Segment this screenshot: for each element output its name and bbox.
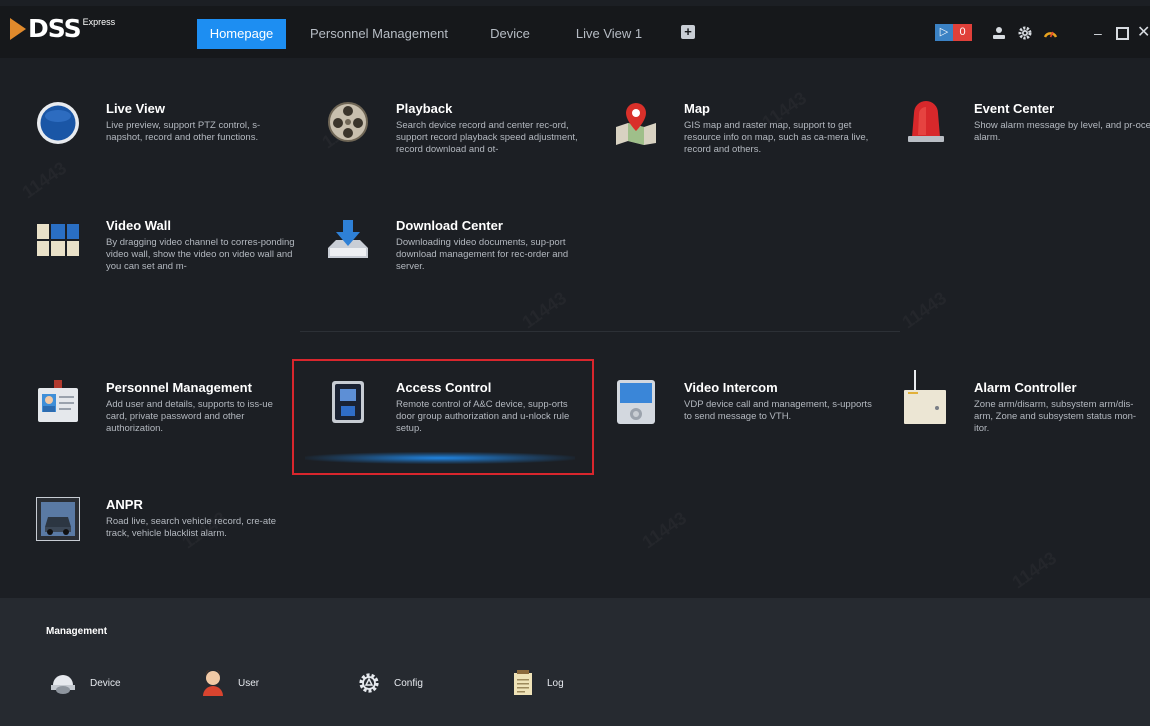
maximize-icon[interactable] bbox=[1116, 27, 1129, 40]
module-live-view[interactable]: Live View Live preview, support PTZ cont… bbox=[36, 101, 296, 161]
close-icon[interactable]: ✕ bbox=[1137, 25, 1150, 41]
volume-icon[interactable]: ▷ bbox=[935, 24, 953, 41]
management-panel: Management Device User Config Log bbox=[0, 598, 1150, 726]
management-item-label: Config bbox=[394, 677, 423, 689]
user-icon[interactable] bbox=[992, 26, 1006, 40]
module-description: Downloading video documents, sup-port do… bbox=[396, 237, 569, 272]
module-description: GIS map and raster map, support to get r… bbox=[684, 120, 869, 155]
tab-live-view-1[interactable]: Live View 1 bbox=[567, 19, 651, 49]
watermark: 11443 bbox=[1008, 548, 1060, 593]
module-description: Add user and details, supports to iss-ue… bbox=[106, 399, 273, 434]
speedometer-icon[interactable] bbox=[1043, 26, 1058, 39]
hover-glow bbox=[305, 452, 575, 464]
id-badge-icon bbox=[38, 380, 78, 422]
module-title: Personnel Management bbox=[106, 380, 252, 395]
logo-mark-icon bbox=[10, 18, 26, 40]
module-title: Event Center bbox=[974, 101, 1055, 116]
top-bar: DSS Express Homepage Personnel Managemen… bbox=[0, 6, 1150, 58]
module-description: Search device record and center rec-ord,… bbox=[396, 120, 578, 155]
module-title: Map bbox=[684, 101, 710, 116]
module-download-center[interactable]: Download Center Downloading video docume… bbox=[326, 218, 586, 288]
module-personnel-management[interactable]: Personnel Management Add user and detail… bbox=[36, 380, 296, 450]
user-avatar-icon bbox=[203, 670, 223, 696]
management-title: Management bbox=[46, 626, 108, 637]
watermark: 11443 bbox=[898, 288, 950, 333]
app-logo: DSS Express bbox=[10, 16, 115, 42]
module-description: Show alarm message by level, and pr-oces… bbox=[974, 120, 1150, 143]
module-description: Road live, search vehicle record, cre-at… bbox=[106, 516, 277, 539]
module-title: Video Intercom bbox=[684, 380, 778, 395]
management-log-button[interactable]: Log bbox=[513, 668, 564, 698]
module-title: Access Control bbox=[396, 380, 492, 395]
section-divider bbox=[300, 331, 900, 332]
module-title: Live View bbox=[106, 101, 166, 116]
management-item-label: User bbox=[238, 677, 260, 689]
minimize-icon[interactable]: – bbox=[1094, 25, 1102, 41]
gear-icon bbox=[359, 673, 379, 693]
tab-device[interactable]: Device bbox=[478, 19, 542, 49]
logo-text: DSS bbox=[28, 14, 82, 43]
tab-homepage[interactable]: Homepage bbox=[197, 19, 286, 49]
live-view-icon bbox=[37, 102, 79, 144]
module-description: VDP device call and management, s-upport… bbox=[684, 399, 872, 422]
module-title: ANPR bbox=[106, 497, 143, 512]
map-pin-icon bbox=[616, 103, 656, 145]
module-event-center[interactable]: Event Center Show alarm message by level… bbox=[904, 101, 1150, 161]
download-tray-icon bbox=[328, 220, 368, 258]
management-config-button[interactable]: Config bbox=[358, 668, 423, 698]
camera-dome-icon bbox=[51, 675, 75, 694]
watermark: 11443 bbox=[18, 158, 70, 203]
intercom-icon bbox=[617, 380, 655, 424]
video-wall-icon bbox=[37, 224, 79, 256]
alarm-light-icon bbox=[908, 101, 944, 142]
module-video-intercom[interactable]: Video Intercom VDP device call and manag… bbox=[614, 380, 874, 450]
module-anpr[interactable]: ANPR Road live, search vehicle record, c… bbox=[36, 497, 296, 547]
logo-edition: Express bbox=[82, 17, 116, 27]
module-description: Remote control of A&C device, supp-orts … bbox=[396, 399, 570, 434]
notepad-icon bbox=[514, 670, 532, 695]
management-user-button[interactable]: User bbox=[202, 668, 259, 698]
module-alarm-controller[interactable]: Alarm Controller Zone arm/disarm, subsys… bbox=[904, 370, 1150, 450]
watermark: 11443 bbox=[638, 508, 690, 553]
app-window: 11443 11443 11443 11443 11443 11443 1144… bbox=[0, 0, 1150, 726]
alarm-controller-icon bbox=[904, 370, 946, 424]
alarm-count-badge[interactable]: 0 bbox=[953, 24, 972, 41]
module-title: Playback bbox=[396, 101, 453, 116]
management-device-button[interactable]: Device bbox=[50, 668, 121, 698]
management-item-label: Device bbox=[90, 677, 121, 689]
module-title: Download Center bbox=[396, 218, 503, 233]
management-item-label: Log bbox=[547, 677, 564, 689]
module-title: Video Wall bbox=[106, 218, 172, 233]
module-title: Alarm Controller bbox=[974, 380, 1077, 395]
module-description: Zone arm/disarm, subsystem arm/dis-arm, … bbox=[974, 399, 1137, 434]
module-description: Live preview, support PTZ control, s-nap… bbox=[106, 120, 261, 143]
module-description: By dragging video channel to corres-pond… bbox=[106, 237, 295, 272]
module-playback[interactable]: Playback Search device record and center… bbox=[326, 101, 586, 171]
film-reel-icon bbox=[328, 102, 368, 142]
module-map[interactable]: Map GIS map and raster map, support to g… bbox=[614, 101, 874, 171]
watermark: 11443 bbox=[518, 288, 570, 333]
gear-icon[interactable] bbox=[1018, 26, 1032, 40]
access-terminal-icon bbox=[332, 381, 364, 423]
tab-personnel-management[interactable]: Personnel Management bbox=[305, 19, 453, 49]
module-video-wall[interactable]: Video Wall By dragging video channel to … bbox=[36, 218, 296, 288]
vehicle-camera-icon bbox=[36, 497, 80, 541]
module-access-control[interactable]: Access Control Remote control of A&C dev… bbox=[326, 380, 586, 450]
add-tab-button[interactable]: + bbox=[681, 25, 695, 39]
